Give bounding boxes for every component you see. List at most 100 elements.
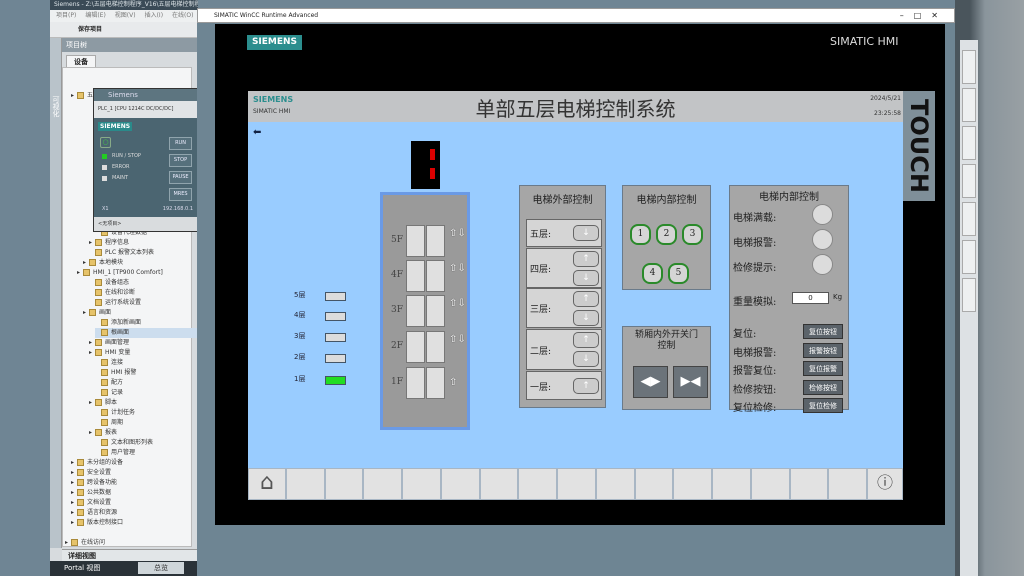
call-up-button[interactable]: ↑	[573, 291, 599, 307]
tree-item[interactable]: ▸ 文档设置	[71, 498, 111, 508]
call-down-button[interactable]: ↓	[573, 225, 599, 241]
call-up-button[interactable]: ↑	[573, 332, 599, 348]
function-key[interactable]	[286, 468, 325, 500]
tree-item[interactable]: ▸ 程序信息	[89, 238, 129, 248]
car-button-3[interactable]: 3	[682, 224, 703, 245]
tree-item[interactable]: ▸ 报表	[89, 428, 117, 438]
tree-item[interactable]: 记录	[95, 388, 123, 398]
action-button[interactable]: 报警按钮	[803, 342, 843, 358]
task-card-tab[interactable]	[962, 240, 976, 274]
open-door-button[interactable]: ◀▶	[633, 366, 668, 398]
tree-item[interactable]: 连接	[95, 358, 123, 368]
call-down-button[interactable]: ↓	[573, 310, 599, 326]
tree-item[interactable]: ▸ 版本控制接口	[71, 518, 123, 528]
tree-item[interactable]: 周期	[95, 418, 123, 428]
tree-item-label: 画面	[99, 309, 112, 316]
function-key[interactable]	[363, 468, 403, 500]
tree-item[interactable]: ▸ 在线访问	[65, 538, 105, 548]
menu-edit[interactable]: 编辑(E)	[85, 12, 105, 19]
call-up-button[interactable]: ↑	[573, 251, 599, 267]
tree-item[interactable]: HMI 报警	[95, 368, 136, 378]
menu-insert[interactable]: 插入(I)	[145, 12, 163, 19]
function-key[interactable]	[518, 468, 558, 500]
portal-view-button[interactable]: Portal 视图	[64, 564, 100, 572]
window-controls[interactable]: –□✕	[900, 9, 948, 23]
floor-indicator-label: 5层	[294, 291, 306, 299]
tab-devices[interactable]: 设备	[66, 55, 96, 67]
right-door	[426, 260, 445, 292]
function-key[interactable]	[634, 468, 674, 500]
function-key[interactable]	[479, 468, 519, 500]
function-key[interactable]	[557, 468, 596, 500]
weight-input[interactable]: 0	[792, 292, 829, 304]
overview-button[interactable]: 总览	[138, 562, 184, 574]
tree-item[interactable]: ▸ 公共数据	[71, 488, 111, 498]
task-card-tab[interactable]	[962, 126, 976, 160]
action-button[interactable]: 复位报警	[803, 361, 843, 376]
door-control-panel: 轿厢内外开关门控制 ◀▶ ▶◀	[622, 326, 711, 410]
tree-item[interactable]: 计划任务	[95, 408, 135, 418]
tree-item[interactable]: 文本和图形列表	[95, 438, 153, 448]
tree-item[interactable]: ▸ 未分组的设备	[71, 458, 123, 468]
task-card-tab[interactable]	[962, 50, 976, 84]
task-card-tab[interactable]	[962, 164, 976, 198]
external-floor-label: 三层:	[530, 305, 552, 315]
function-key[interactable]	[750, 468, 790, 500]
tree-item[interactable]: 在线和诊断	[89, 288, 135, 298]
home-icon[interactable]: ⌂	[248, 468, 286, 500]
tree-item[interactable]: ▸ 画面	[83, 308, 111, 318]
menu-project[interactable]: 项目(P)	[56, 12, 76, 19]
error-label: ERROR	[112, 164, 130, 170]
menu-online[interactable]: 在线(O)	[172, 12, 193, 19]
call-up-button[interactable]: ↑	[573, 377, 599, 394]
tree-item[interactable]: ▸ 画面管理	[89, 338, 129, 348]
function-key[interactable]	[440, 468, 480, 500]
car-button-2[interactable]: 2	[656, 224, 677, 245]
function-key[interactable]	[712, 468, 751, 500]
tree-item[interactable]: 运行系统设置	[89, 298, 141, 308]
action-button[interactable]: 复位检修	[803, 398, 843, 413]
menu-view[interactable]: 视图(V)	[115, 12, 136, 19]
tree-item[interactable]: ▸ 本地模块	[83, 258, 123, 268]
run-button[interactable]: RUN	[169, 137, 192, 150]
task-card-tab[interactable]	[962, 278, 976, 312]
call-down-button[interactable]: ↓	[573, 270, 599, 286]
screen-header: SIEMENS SIMATIC HMI 单部五层电梯控制系统 2024/5/21…	[248, 91, 903, 122]
car-button-4[interactable]: 4	[642, 263, 663, 284]
tree-item[interactable]: 配方	[95, 378, 123, 388]
pause-button[interactable]: PAUSE	[169, 171, 192, 184]
car-button-5[interactable]: 5	[668, 263, 689, 284]
mres-button[interactable]: MRES	[169, 188, 192, 201]
car-button-1[interactable]: 1	[630, 224, 651, 245]
tree-item[interactable]: 设备组态	[89, 278, 129, 288]
function-key[interactable]	[673, 468, 713, 500]
save-project-button[interactable]: 保存项目	[78, 26, 102, 33]
tree-item[interactable]: ▸ HMI 变量	[89, 348, 130, 358]
side-label[interactable]: 可视化	[51, 96, 61, 117]
function-key[interactable]	[828, 468, 868, 500]
tree-item[interactable]: ▸ HMI_1 [TP900 Comfort]	[77, 268, 163, 278]
function-key[interactable]	[402, 468, 441, 500]
tree-item[interactable]: ▸ 跨设备功能	[71, 478, 117, 488]
close-door-button[interactable]: ▶◀	[673, 366, 708, 398]
tree-item[interactable]: ▸ 脚本	[89, 398, 117, 408]
task-card-tab[interactable]	[962, 202, 976, 236]
function-key[interactable]	[789, 468, 829, 500]
shaft-floor-label: 3F	[391, 305, 403, 315]
function-key[interactable]	[324, 468, 364, 500]
run-led	[102, 154, 107, 159]
detail-view[interactable]: 详细视图	[62, 549, 198, 561]
function-key[interactable]	[595, 468, 635, 500]
tree-item[interactable]: ▸ 语言和资源	[71, 508, 117, 518]
tree-item[interactable]: PLC 报警文本列表	[89, 248, 154, 258]
info-icon[interactable]: ⓘ	[867, 468, 903, 500]
stop-button[interactable]: STOP	[169, 154, 192, 167]
back-arrow-icon[interactable]: ⬅	[253, 127, 261, 138]
call-down-button[interactable]: ↓	[573, 351, 599, 367]
tree-item[interactable]: ▸ 安全设置	[71, 468, 111, 478]
action-button[interactable]: 检修按钮	[803, 379, 843, 395]
action-button[interactable]: 复位按钮	[803, 324, 843, 339]
task-card-tab[interactable]	[962, 88, 976, 122]
tree-item[interactable]: 添加新画面	[95, 318, 141, 328]
tree-item[interactable]: 用户管理	[95, 448, 135, 458]
